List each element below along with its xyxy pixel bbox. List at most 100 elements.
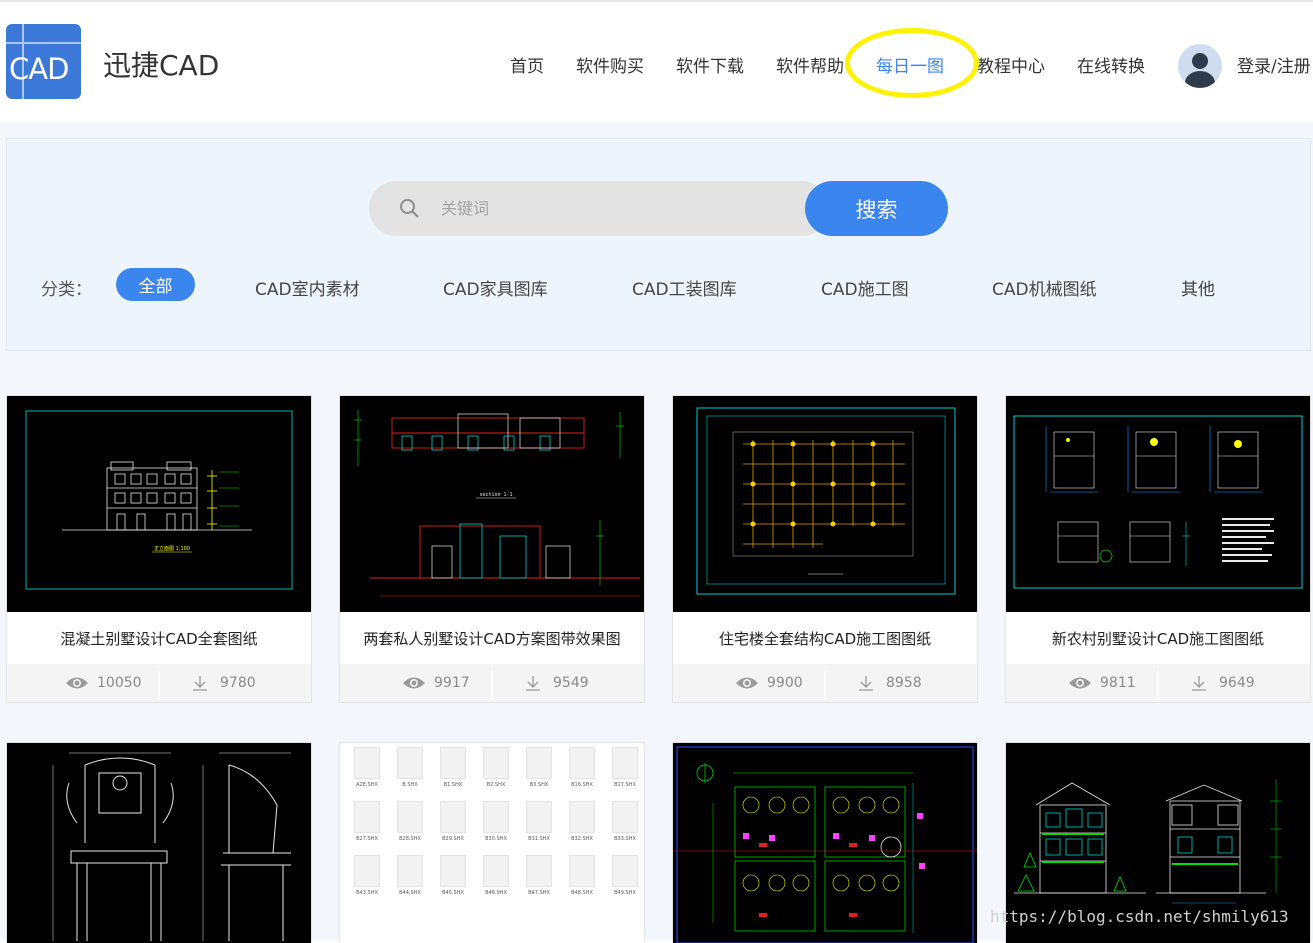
download-count: 9649	[1191, 664, 1255, 702]
logo-line	[6, 42, 81, 44]
file-name: B27.SHX	[356, 836, 378, 842]
avatar-head	[1192, 53, 1208, 69]
category-all[interactable]: 全部	[116, 268, 195, 301]
file-icon	[354, 747, 380, 779]
view-count: 9900	[735, 664, 803, 702]
search-box[interactable]	[369, 181, 829, 236]
drawing-card[interactable]: 新农村别墅设计CAD施工图图纸 9811 9649	[1005, 395, 1311, 703]
drawing-card[interactable]: A2E.SHX B.SHX B1.SHX B2.SHX B3.SHX B16.SHX B17…	[339, 742, 645, 943]
file-name: B49.SHX	[614, 890, 636, 896]
shx-file-item: B46.SHX	[479, 855, 513, 905]
shx-file-item: B49.SHX	[608, 855, 642, 905]
avatar-icon[interactable]	[1178, 44, 1222, 88]
file-icon	[569, 801, 595, 833]
card-title[interactable]: 两套私人别墅设计CAD方案图带效果图	[340, 612, 644, 664]
drawing-thumbnail[interactable]	[673, 743, 977, 943]
drawing-thumbnail[interactable]	[673, 396, 977, 612]
stat-divider	[1157, 670, 1159, 700]
eye-icon	[736, 677, 758, 689]
nav-download[interactable]: 软件下载	[676, 52, 744, 77]
card-stats: 9900 8958	[673, 664, 977, 702]
nav-home[interactable]: 首页	[510, 52, 544, 77]
file-name: B.SHX	[402, 782, 418, 788]
file-icon	[526, 855, 552, 887]
cad-drawing	[52, 752, 291, 941]
file-icon	[354, 855, 380, 887]
file-name: B46.SHX	[485, 890, 507, 896]
drawing-card[interactable]: 住宅楼全套结构CAD施工图图纸 9900 8958	[672, 395, 978, 703]
nav-daily-image[interactable]: 每日一图	[876, 52, 944, 77]
file-name: B17.SHX	[614, 782, 636, 788]
nav-help[interactable]: 软件帮助	[776, 52, 844, 77]
drawing-caption: section 1-1	[479, 492, 512, 498]
file-name: B48.SHX	[571, 890, 593, 896]
cad-drawing: section 1-1	[354, 410, 640, 597]
category-furniture[interactable]: CAD家具图库	[443, 275, 548, 300]
file-name: B44.SHX	[399, 890, 421, 896]
card-title[interactable]: 新农村别墅设计CAD施工图图纸	[1006, 612, 1310, 664]
file-icon	[483, 747, 509, 779]
nav-tutorials[interactable]: 教程中心	[977, 52, 1045, 77]
shx-file-item: B28.SHX	[393, 801, 427, 851]
brand-name[interactable]: 迅捷CAD	[103, 44, 219, 84]
file-icon	[483, 855, 509, 887]
view-count-value: 10050	[97, 675, 142, 691]
file-name: B31.SHX	[528, 836, 550, 842]
category-mechanical[interactable]: CAD机械图纸	[992, 275, 1097, 300]
drawing-thumbnail[interactable]	[1006, 396, 1310, 612]
shx-file-item: B16.SHX	[565, 747, 599, 797]
file-name: B30.SHX	[485, 836, 507, 842]
download-icon	[193, 676, 207, 691]
file-icon	[569, 855, 595, 887]
file-icon	[612, 801, 638, 833]
view-count-value: 9811	[1100, 675, 1136, 691]
cad-logo-icon[interactable]: CAD	[6, 24, 81, 99]
shx-file-item: B.SHX	[393, 747, 427, 797]
download-count-value: 9780	[220, 675, 256, 691]
category-other[interactable]: 其他	[1181, 275, 1215, 300]
shx-file-item: B1.SHX	[436, 747, 470, 797]
search-button[interactable]: 搜索	[805, 181, 948, 236]
card-stats: 10050 9780	[7, 664, 311, 702]
shx-file-item: B33.SHX	[608, 801, 642, 851]
nav-buy[interactable]: 软件购买	[576, 52, 644, 77]
stat-divider	[158, 670, 160, 700]
avatar-body	[1185, 71, 1215, 88]
login-link[interactable]: 登录/注册	[1237, 52, 1311, 77]
drawing-card[interactable]: section 1-1 两套私人别墅设计CAD方案图带效果图 9917 9549	[339, 395, 645, 703]
logo-text: CAD	[9, 52, 69, 86]
shx-file-item: B44.SHX	[393, 855, 427, 905]
shx-file-item: B27.SHX	[350, 801, 384, 851]
file-name: B32.SHX	[571, 836, 593, 842]
category-interior[interactable]: CAD室内素材	[255, 275, 360, 300]
drawing-card[interactable]: 正立面图 1:100 混凝土别墅设计CAD全套图纸 10050 9780	[6, 395, 312, 703]
search-input[interactable]	[441, 181, 791, 236]
card-stats: 9917 9549	[340, 664, 644, 702]
category-construction[interactable]: CAD施工图	[821, 275, 909, 300]
file-grid-thumbnail[interactable]: A2E.SHX B.SHX B1.SHX B2.SHX B3.SHX B16.SHX B17…	[340, 743, 644, 943]
card-title[interactable]: 住宅楼全套结构CAD施工图图纸	[673, 612, 977, 664]
cad-drawing	[673, 746, 977, 943]
drawing-thumbnail[interactable]	[7, 743, 311, 943]
shx-file-item: B47.SHX	[522, 855, 556, 905]
stat-divider	[491, 670, 493, 700]
file-icon	[526, 747, 552, 779]
file-name: B43.SHX	[356, 890, 378, 896]
download-icon	[1192, 676, 1206, 691]
file-icon	[569, 747, 595, 779]
drawing-card[interactable]	[672, 742, 978, 943]
drawing-card[interactable]	[6, 742, 312, 943]
card-title[interactable]: 混凝土别墅设计CAD全套图纸	[7, 612, 311, 664]
file-name: B29.SHX	[442, 836, 464, 842]
view-count-value: 9917	[434, 675, 470, 691]
file-name: A2E.SHX	[356, 782, 378, 788]
file-icon	[354, 801, 380, 833]
drawing-thumbnail[interactable]: section 1-1	[340, 396, 644, 612]
nav-online-convert[interactable]: 在线转换	[1077, 52, 1145, 77]
file-name: B33.SHX	[614, 836, 636, 842]
drawing-thumbnail[interactable]: 正立面图 1:100	[7, 396, 311, 612]
download-count: 9780	[192, 664, 256, 702]
stat-divider	[824, 670, 826, 700]
shx-file-item: B45.SHX	[436, 855, 470, 905]
category-tooling[interactable]: CAD工装图库	[632, 275, 737, 300]
